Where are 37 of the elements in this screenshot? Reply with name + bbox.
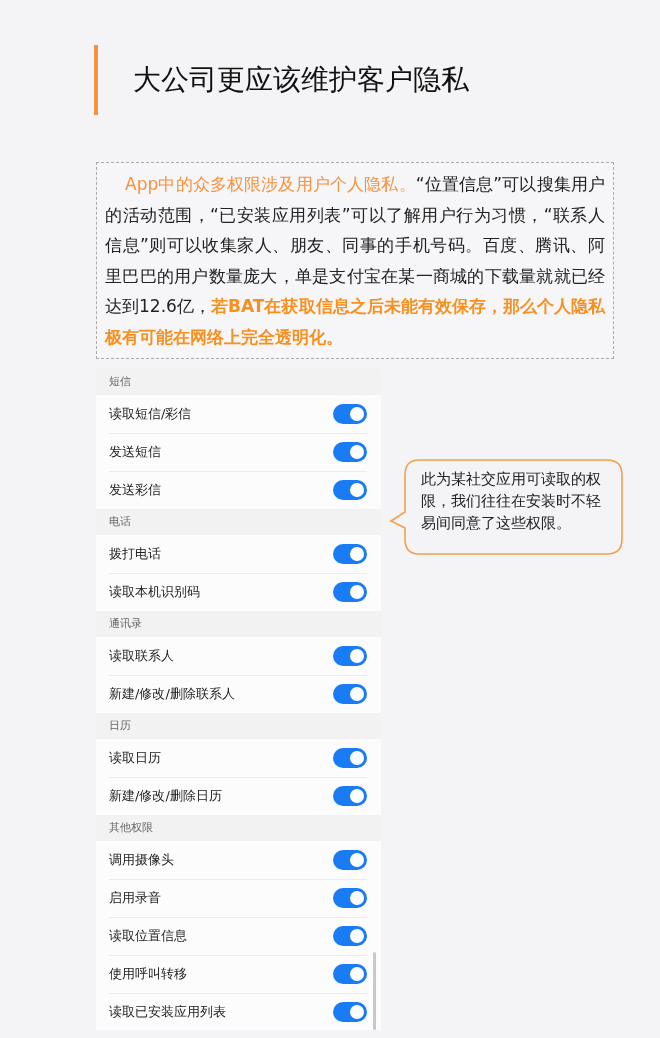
- permission-label: 拨打电话: [109, 545, 161, 564]
- toggle-switch[interactable]: [333, 926, 367, 946]
- scrollbar[interactable]: [373, 952, 376, 1030]
- permission-label: 读取位置信息: [109, 927, 187, 946]
- toggle-switch[interactable]: [333, 404, 367, 424]
- permission-label: 读取已安装应用列表: [109, 1003, 226, 1022]
- intro-paragraph: App中的众多权限涉及用户个人隐私。“位置信息”可以搜集用户的活动范围，“已安装应用列表”可以了解用户行为习惯，“联系人信息”则可以收集家人、朋友、同事的手机号码。百度、腾讯、阿里巴巴的用户数量庞大，单是支付宝在某一商城的下载量就就已经达到12.6亿，若BAT在获取信息之后未能有效保存，那么个人隐私极有可能在网络上完全透明化。: [96, 162, 614, 359]
- toggle-switch[interactable]: [333, 544, 367, 564]
- toggle-switch[interactable]: [333, 888, 367, 908]
- slide-title: 大公司更应该维护客户隐私: [133, 62, 469, 98]
- permission-label: 读取本机识别码: [109, 583, 200, 602]
- permission-label: 新建/修改/删除联系人: [109, 685, 235, 704]
- toggle-switch[interactable]: [333, 442, 367, 462]
- permission-label: 发送短信: [109, 443, 161, 462]
- toggle-switch[interactable]: [333, 964, 367, 984]
- permission-label: 使用呼叫转移: [109, 965, 187, 984]
- permission-label: 读取联系人: [109, 647, 174, 666]
- permission-label: 读取短信/彩信: [109, 405, 192, 424]
- section-header: 电话: [109, 515, 131, 528]
- permission-label: 发送彩信: [109, 481, 161, 500]
- callout-bubble: 此为某社交应用可读取的权限，我们往往在安装时不轻易间同意了这些权限。: [389, 458, 624, 556]
- section-header: 其他权限: [109, 821, 153, 834]
- toggle-switch[interactable]: [333, 646, 367, 666]
- section-header: 通讯录: [109, 617, 142, 630]
- toggle-switch[interactable]: [333, 748, 367, 768]
- toggle-switch[interactable]: [333, 480, 367, 500]
- section-header: 日历: [109, 719, 131, 732]
- permission-label: 启用录音: [109, 889, 161, 908]
- toggle-switch[interactable]: [333, 786, 367, 806]
- toggle-switch[interactable]: [333, 582, 367, 602]
- toggle-switch[interactable]: [333, 1002, 367, 1022]
- toggle-switch[interactable]: [333, 850, 367, 870]
- section-header: 短信: [109, 375, 131, 388]
- toggle-switch[interactable]: [333, 684, 367, 704]
- permission-label: 新建/修改/删除日历: [109, 787, 222, 806]
- permission-label: 读取日历: [109, 749, 161, 768]
- permission-label: 调用摄像头: [109, 851, 174, 870]
